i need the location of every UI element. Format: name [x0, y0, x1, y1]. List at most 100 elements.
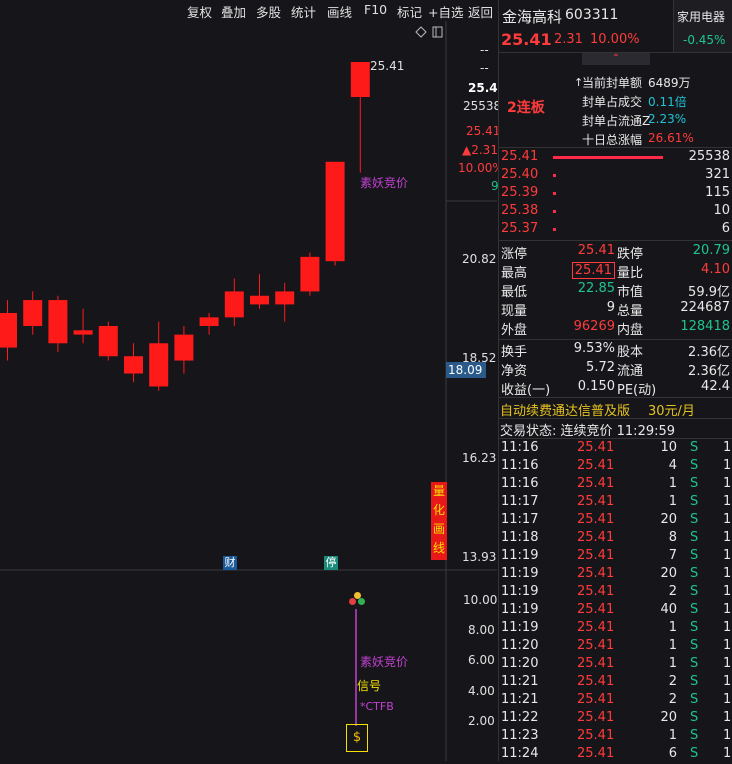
tick-price: 25.41 [577, 494, 615, 509]
tick-row[interactable]: 11:21 25.41 2 S 1 [498, 674, 732, 692]
candle-body[interactable] [48, 300, 68, 344]
tick-price: 25.41 [577, 746, 615, 761]
order-book-row[interactable]: 25.41 25538 [498, 149, 732, 167]
tick-volume: 1 [668, 656, 677, 671]
candle-body[interactable] [0, 313, 17, 348]
order-book-row[interactable]: 25.38 10 [498, 203, 732, 221]
candle-body[interactable] [124, 356, 143, 374]
axis-tick-2082: 20.82 [462, 252, 497, 266]
stat-value-right: 20.79 [692, 243, 730, 258]
stat-row: 涨停 25.41 跌停 20.79 [498, 243, 732, 262]
tick-volume: 2 [668, 692, 677, 707]
candle-body[interactable] [250, 295, 269, 305]
order-book-row[interactable]: 25.39 115 [498, 185, 732, 203]
tick-price: 25.41 [577, 602, 615, 617]
stock-code: 603311 [565, 7, 619, 23]
candle-body[interactable] [98, 325, 118, 357]
tick-time: 11:22 [501, 710, 539, 725]
axis-volume: 25538 [463, 99, 502, 113]
stat-label-left: 最低 [501, 285, 528, 300]
money-bag-icon[interactable]: $ [346, 724, 368, 752]
tick-price: 25.41 [577, 728, 615, 743]
draw-line-button[interactable]: 画线 [327, 2, 352, 21]
stat-label-right: 市值 [617, 285, 644, 300]
tick-price: 25.41 [577, 674, 615, 689]
tick-row[interactable]: 11:19 25.41 1 S 1 [498, 620, 732, 638]
candle-body[interactable] [224, 291, 244, 318]
tick-row[interactable]: 11:24 25.41 6 S 1 [498, 746, 732, 764]
candle-body[interactable] [174, 334, 194, 361]
tick-volume: 20 [660, 512, 677, 527]
tick-row[interactable]: 11:23 25.41 1 S 1 [498, 728, 732, 746]
promo-price[interactable]: 30元/月 [648, 400, 695, 419]
candle-body[interactable] [300, 256, 320, 292]
tick-row[interactable]: 11:19 25.41 7 S 1 [498, 548, 732, 566]
add-watchlist-button[interactable]: +自选 [428, 2, 463, 21]
stat-row: 外盘 96269 内盘 128418 [498, 319, 732, 338]
back-button[interactable]: 返回 [468, 2, 493, 21]
candle-body[interactable] [275, 291, 295, 305]
candlestick-plot[interactable] [0, 21, 497, 761]
tick-price: 25.41 [577, 530, 615, 545]
tick-row[interactable]: 11:18 25.41 8 S 1 [498, 530, 732, 548]
tick-row[interactable]: 11:17 25.41 20 S 1 [498, 512, 732, 530]
candle-body[interactable] [23, 300, 43, 326]
tick-volume: 2 [668, 674, 677, 689]
tick-row[interactable]: 11:21 25.41 2 S 1 [498, 692, 732, 710]
candle-body[interactable] [199, 317, 219, 326]
tick-row[interactable]: 11:19 25.41 20 S 1 [498, 566, 732, 584]
quant-draw-button[interactable]: 量 化 画 线 [431, 482, 447, 560]
tick-row[interactable]: 11:20 25.41 1 S 1 [498, 638, 732, 656]
tick-row[interactable]: 11:16 25.41 4 S 1 [498, 458, 732, 476]
dash-top-2: -- [480, 61, 489, 75]
book-bar [553, 210, 556, 213]
tick-row[interactable]: 11:19 25.41 40 S 1 [498, 602, 732, 620]
candle-body[interactable] [73, 330, 93, 335]
tick-row[interactable]: 11:16 25.41 1 S 1 [498, 476, 732, 494]
tick-price: 25.41 [577, 566, 615, 581]
seal-value: 2.23% [648, 112, 687, 126]
promo-text[interactable]: 自动续费通达信普及版 [500, 400, 630, 419]
tick-price: 25.41 [577, 710, 615, 725]
tick-time: 11:19 [501, 584, 539, 599]
tick-price: 25.41 [577, 548, 615, 563]
tick-row[interactable]: 11:17 25.41 1 S 1 [498, 494, 732, 512]
tick-time: 11:23 [501, 728, 539, 743]
candle-body[interactable] [350, 62, 370, 97]
tick-row[interactable]: 11:22 25.41 20 S 1 [498, 710, 732, 728]
lower-axis-8: 8.00 [468, 623, 495, 637]
multi-stock-button[interactable]: 多股 [256, 2, 281, 21]
f10-button[interactable]: F10 [364, 2, 387, 17]
tick-time: 11:19 [501, 548, 539, 563]
order-book-row[interactable]: 25.40 321 [498, 167, 732, 185]
order-book-row[interactable]: 25.37 6 [498, 221, 732, 239]
tick-time: 11:20 [501, 638, 539, 653]
stat-row: 净资 5.72 流通 2.36亿 [498, 360, 732, 379]
stat-label-left: 现量 [501, 304, 528, 319]
board-count: 2连板 [507, 100, 545, 116]
halt-marker[interactable]: 停 [324, 556, 338, 570]
tick-extra: 1 [723, 458, 732, 473]
overlay-button[interactable]: 叠加 [221, 2, 246, 21]
seal-label: 当前封单额 [582, 76, 643, 90]
kline-chart[interactable]: -- -- 25.41 25538 25.41 ▲2.31 10.00% 9 2… [0, 21, 506, 761]
tick-extra: 1 [723, 494, 732, 509]
tick-row[interactable]: 11:16 25.41 10 S 1 [498, 440, 732, 458]
tick-side: S [690, 728, 699, 743]
sector-box[interactable]: 家用电器 -0.45% [673, 0, 732, 52]
tick-row[interactable]: 11:19 25.41 2 S 1 [498, 584, 732, 602]
candle-body[interactable] [325, 161, 345, 262]
tick-volume: 40 [660, 602, 677, 617]
tick-side: S [690, 710, 699, 725]
book-volume: 6 [721, 221, 730, 236]
collapse-chevron-icon[interactable]: ⌃ [582, 53, 650, 65]
restore-rights-button[interactable]: 复权 [187, 2, 212, 21]
statistics-button[interactable]: 统计 [291, 2, 316, 21]
tick-time: 11:19 [501, 602, 539, 617]
candle-body[interactable] [149, 343, 169, 387]
tick-row[interactable]: 11:20 25.41 1 S 1 [498, 656, 732, 674]
finance-marker[interactable]: 财 [223, 556, 237, 570]
diamond-icon[interactable] [415, 26, 427, 38]
mark-button[interactable]: 标记 [397, 2, 422, 21]
window-icon[interactable] [432, 26, 443, 38]
